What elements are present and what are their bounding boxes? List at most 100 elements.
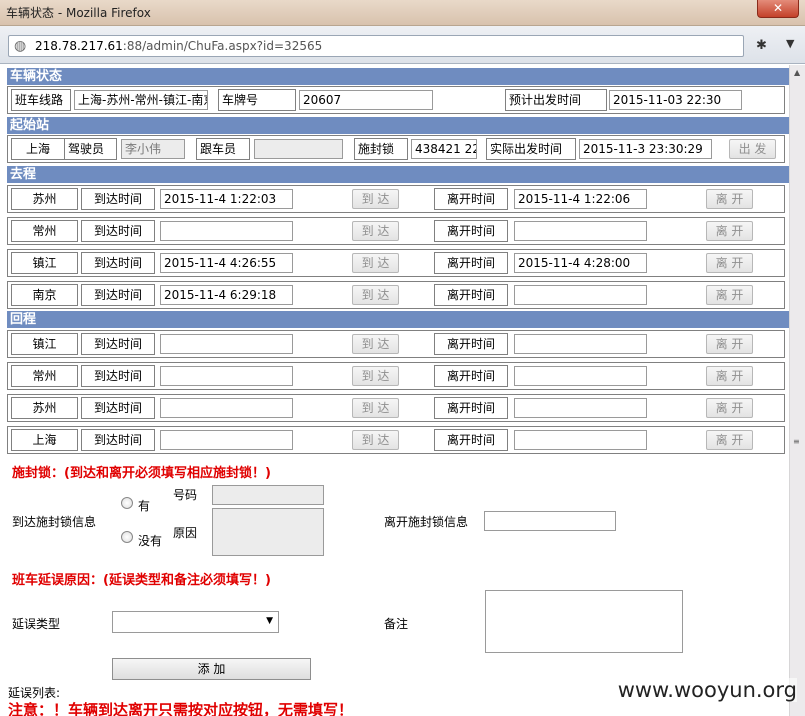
close-icon: ✕ bbox=[772, 1, 784, 15]
arrive-time-input[interactable] bbox=[160, 366, 293, 386]
arrive-button[interactable]: 到 达 bbox=[352, 398, 399, 418]
arrive-time-input[interactable]: 2015-11-4 6:29:18 bbox=[160, 285, 293, 305]
leave-time-input[interactable] bbox=[514, 221, 647, 241]
plate-input[interactable]: 20607 bbox=[299, 90, 433, 110]
arrive-time-input[interactable]: 2015-11-4 1:22:03 bbox=[160, 189, 293, 209]
stop-row: 镇江 到达时间 到 达 离开时间 离 开 bbox=[7, 330, 785, 358]
scroll-up-icon[interactable]: ▲ bbox=[794, 68, 800, 77]
arrive-time-input[interactable] bbox=[160, 334, 293, 354]
delay-type-label: 延误类型 bbox=[12, 617, 61, 631]
stop-row: 常州 到达时间 到 达 离开时间 离 开 bbox=[7, 217, 785, 245]
driver-label: 驾驶员 bbox=[64, 138, 117, 160]
arrive-time-label: 到达时间 bbox=[81, 397, 155, 419]
arrive-time-input[interactable] bbox=[160, 398, 293, 418]
arrive-time-label: 到达时间 bbox=[81, 188, 155, 210]
arrive-time-label: 到达时间 bbox=[81, 252, 155, 274]
leave-button[interactable]: 离 开 bbox=[706, 285, 753, 305]
seal-reason-textarea[interactable] bbox=[212, 508, 324, 556]
leave-seal-input[interactable] bbox=[484, 511, 616, 531]
plate-label: 车牌号 bbox=[218, 89, 296, 111]
actual-departure-input[interactable]: 2015-11-3 23:30:29 bbox=[579, 139, 712, 159]
leave-button[interactable]: 离 开 bbox=[706, 366, 753, 386]
leave-button[interactable]: 离 开 bbox=[706, 398, 753, 418]
add-delay-button[interactable]: 添 加 bbox=[112, 658, 311, 680]
leave-time-input[interactable] bbox=[514, 285, 647, 305]
watermark: www.wooyun.org bbox=[617, 678, 797, 702]
stop-row: 苏州 到达时间 2015-11-4 1:22:03 到 达 离开时间 2015-11-4 … bbox=[7, 185, 785, 213]
delay-type-select[interactable]: ▼ bbox=[112, 611, 279, 633]
arrive-button[interactable]: 到 达 bbox=[352, 221, 399, 241]
escort-label: 跟车员 bbox=[196, 138, 250, 160]
addon-icon[interactable]: ✱ bbox=[756, 38, 767, 53]
arrive-time-input[interactable] bbox=[160, 221, 293, 241]
globe-icon: ◍ bbox=[14, 38, 27, 54]
planned-departure-input[interactable]: 2015-11-03 22:30 bbox=[609, 90, 742, 110]
stop-station: 镇江 bbox=[11, 252, 78, 274]
stop-row: 南京 到达时间 2015-11-4 6:29:18 到 达 离开时间 离 开 bbox=[7, 281, 785, 309]
leave-button[interactable]: 离 开 bbox=[706, 189, 753, 209]
leave-button[interactable]: 离 开 bbox=[706, 430, 753, 450]
seal-reason-label: 原因 bbox=[173, 526, 198, 540]
actual-departure-label: 实际出发时间 bbox=[486, 138, 576, 160]
page-content: 车辆状态 班车线路 上海-苏州-常州-镇江-南京 车牌号 20607 预计出发时… bbox=[0, 65, 789, 716]
arrive-button[interactable]: 到 达 bbox=[352, 285, 399, 305]
leave-time-input[interactable] bbox=[514, 398, 647, 418]
leave-time-label: 离开时间 bbox=[434, 284, 508, 306]
origin-row: 上海 驾驶员 李小伟 跟车员 施封锁 438421 22 实际出发时间 2015… bbox=[7, 135, 785, 163]
planned-departure-label: 预计出发时间 bbox=[505, 89, 607, 111]
line-label: 班车线路 bbox=[11, 89, 71, 111]
chevron-down-icon: ▼ bbox=[266, 616, 273, 626]
seal-no-label: 没有 bbox=[138, 534, 163, 548]
arrive-time-input[interactable]: 2015-11-4 4:26:55 bbox=[160, 253, 293, 273]
chevron-down-icon[interactable]: ▼ bbox=[786, 37, 794, 50]
leave-time-input[interactable] bbox=[514, 334, 647, 354]
arrive-time-label: 到达时间 bbox=[81, 429, 155, 451]
escort-input[interactable] bbox=[254, 139, 343, 159]
leave-time-label: 离开时间 bbox=[434, 333, 508, 355]
leave-time-label: 离开时间 bbox=[434, 220, 508, 242]
stop-station: 镇江 bbox=[11, 333, 78, 355]
window-titlebar: 车辆状态 - Mozilla Firefox ✕ bbox=[0, 0, 805, 26]
stop-row: 苏州 到达时间 到 达 离开时间 离 开 bbox=[7, 394, 785, 422]
leave-button[interactable]: 离 开 bbox=[706, 253, 753, 273]
scroll-grip-icon[interactable]: ≡ bbox=[793, 437, 800, 446]
origin-station: 上海 bbox=[11, 138, 65, 160]
line-input[interactable]: 上海-苏州-常州-镇江-南京 bbox=[74, 90, 208, 110]
leave-time-label: 离开时间 bbox=[434, 252, 508, 274]
remark-textarea[interactable] bbox=[485, 590, 683, 653]
leave-time-label: 离开时间 bbox=[434, 429, 508, 451]
leave-button[interactable]: 离 开 bbox=[706, 334, 753, 354]
arrive-time-input[interactable] bbox=[160, 430, 293, 450]
leave-time-input[interactable] bbox=[514, 430, 647, 450]
section-vehicle-status: 车辆状态 bbox=[7, 68, 789, 85]
arrive-button[interactable]: 到 达 bbox=[352, 189, 399, 209]
leave-button[interactable]: 离 开 bbox=[706, 221, 753, 241]
leave-time-label: 离开时间 bbox=[434, 365, 508, 387]
seal-number-input[interactable] bbox=[212, 485, 324, 505]
window-title: 车辆状态 - Mozilla Firefox bbox=[6, 6, 151, 20]
driver-input[interactable]: 李小伟 bbox=[121, 139, 185, 159]
seal-yes-label: 有 bbox=[138, 499, 151, 513]
arrive-time-label: 到达时间 bbox=[81, 365, 155, 387]
arrive-button[interactable]: 到 达 bbox=[352, 366, 399, 386]
seal-yes-radio[interactable] bbox=[121, 497, 133, 509]
arrive-button[interactable]: 到 达 bbox=[352, 430, 399, 450]
window-close-button[interactable]: ✕ bbox=[757, 0, 799, 18]
url-path: :88/admin/ChuFa.aspx?id=32565 bbox=[122, 39, 323, 53]
leave-time-input[interactable]: 2015-11-4 1:22:06 bbox=[514, 189, 647, 209]
depart-button[interactable]: 出 发 bbox=[729, 139, 776, 159]
stop-station: 苏州 bbox=[11, 397, 78, 419]
url-input[interactable]: ◍ 218.78.217.61:88/admin/ChuFa.aspx?id=3… bbox=[8, 35, 744, 57]
arrive-button[interactable]: 到 达 bbox=[352, 253, 399, 273]
stop-station: 南京 bbox=[11, 284, 78, 306]
seal-no-radio[interactable] bbox=[121, 531, 133, 543]
section-origin: 起始站 bbox=[7, 117, 789, 134]
arrive-button[interactable]: 到 达 bbox=[352, 334, 399, 354]
leave-time-input[interactable]: 2015-11-4 4:28:00 bbox=[514, 253, 647, 273]
arrive-seal-info-label: 到达施封锁信息 bbox=[12, 515, 97, 529]
url-text: 218.78.217.61:88/admin/ChuFa.aspx?id=325… bbox=[35, 39, 322, 53]
leave-time-input[interactable] bbox=[514, 366, 647, 386]
vertical-scrollbar[interactable]: ▲ ≡ bbox=[789, 65, 805, 716]
address-bar: ◍ 218.78.217.61:88/admin/ChuFa.aspx?id=3… bbox=[0, 26, 805, 64]
seal-input[interactable]: 438421 22 bbox=[411, 139, 477, 159]
